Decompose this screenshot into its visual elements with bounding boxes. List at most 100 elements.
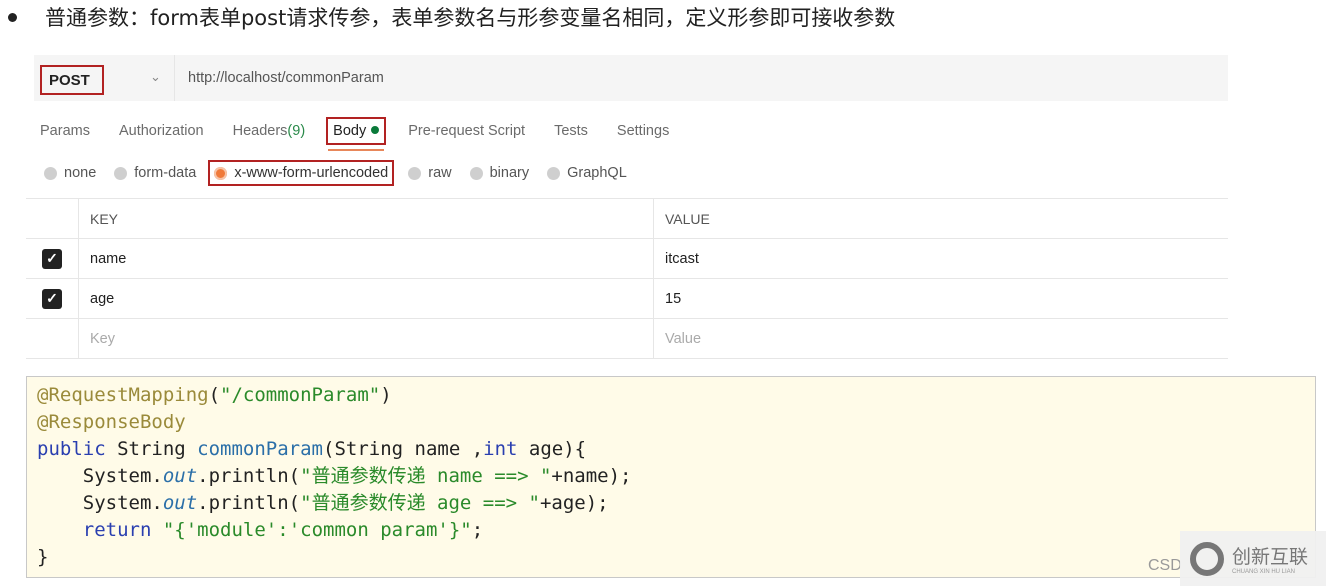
value-input[interactable]: Value — [654, 331, 701, 347]
bullet-heading: 普通参数：form表单post请求传参，表单参数名与形参变量名相同，定义形参即可… — [6, 2, 895, 32]
code-token: ) — [380, 384, 392, 406]
active-dot-icon — [371, 126, 380, 134]
table-header: KEY VALUE — [26, 199, 1228, 239]
code-token: (String name , — [323, 438, 484, 460]
code-line: @RequestMapping("/commonParam") — [37, 382, 1315, 409]
radio-GraphQL[interactable]: GraphQL — [547, 165, 627, 181]
radio-form-data[interactable]: form-data — [114, 165, 196, 181]
radio-label: GraphQL — [567, 165, 627, 181]
code-token: commonParam — [197, 438, 323, 460]
method-label: POST — [49, 71, 90, 89]
url-bar: POST ⌄ http://localhost/commonParam — [34, 55, 1228, 101]
tab-label: Pre-request Script — [408, 123, 526, 139]
code-token: .println( — [197, 492, 301, 514]
tab-params[interactable]: Params — [40, 123, 90, 139]
checkbox-cell: ✓ — [26, 239, 79, 278]
table-row: ✓ age 15 — [26, 279, 1228, 319]
tab-headers[interactable]: Headers(9) — [233, 123, 306, 139]
code-line: } — [37, 544, 1315, 571]
code-token: System. — [37, 492, 163, 514]
code-block: @RequestMapping("/commonParam") @Response… — [26, 376, 1316, 578]
code-token: } — [37, 546, 49, 568]
radio-circle-icon — [114, 166, 128, 180]
chevron-down-icon[interactable]: ⌄ — [150, 69, 161, 85]
code-token: ; — [471, 519, 484, 541]
table-row-empty: Key Value — [26, 319, 1228, 359]
tab-label: Tests — [554, 123, 588, 139]
method-select[interactable]: POST — [40, 65, 104, 95]
radio-circle-icon — [547, 166, 561, 180]
radio-circle-icon — [214, 166, 228, 180]
code-token: age){ — [517, 438, 587, 460]
tab-pre-request-script[interactable]: Pre-request Script — [408, 123, 525, 139]
tab-label: Params — [40, 123, 90, 139]
tab-label: Body — [333, 123, 367, 139]
tab-body[interactable]: Body — [326, 117, 387, 151]
code-token: "{'module':'common param'}" — [162, 519, 472, 541]
csdn-watermark: CSD — [1148, 557, 1182, 574]
table-row: ✓ name itcast — [26, 239, 1228, 279]
radio-label: none — [64, 165, 97, 181]
body-type-radios: none form-data x-www-form-urlencoded raw bin… — [44, 160, 645, 186]
checkbox-cell: ✓ — [26, 279, 79, 318]
tab-label: Headers — [232, 123, 288, 139]
code-token: "普通参数传递 age ==> " — [300, 492, 540, 514]
divider — [174, 55, 175, 101]
code-token: .println( — [197, 465, 301, 487]
key-cell[interactable]: name — [79, 239, 654, 278]
key-header: KEY — [79, 199, 654, 238]
postman-request-panel: POST ⌄ http://localhost/commonParam Para… — [26, 52, 1228, 362]
code-token: "普通参数传递 name ==> " — [300, 465, 552, 487]
checkbox[interactable]: ✓ — [42, 288, 62, 309]
code-token: @RequestMapping — [37, 384, 209, 406]
tab-authorization[interactable]: Authorization — [119, 123, 204, 139]
radio-label: binary — [489, 165, 530, 181]
params-table: KEY VALUE ✓ name itcast ✓ age 15 Key Value — [26, 198, 1228, 359]
brand-text: 创新互联 — [1232, 546, 1309, 568]
tab-tests[interactable]: Tests — [554, 123, 588, 139]
brand-watermark: 创新互联 CHUANG XIN HU LIAN — [1180, 531, 1326, 586]
code-line: @ResponseBody — [37, 409, 1315, 436]
code-token: +age); — [539, 492, 609, 514]
key-input[interactable]: Key — [79, 319, 654, 358]
tab-label: Settings — [616, 123, 670, 139]
code-token: +name); — [551, 465, 632, 487]
request-tabs: Params Authorization Headers(9) Body Pre-req… — [40, 117, 698, 151]
code-line: return "{'module':'common param'}"; — [37, 517, 1315, 544]
tab-label: Authorization — [118, 123, 204, 139]
radio-circle-icon — [469, 166, 483, 180]
code-token: System. — [37, 465, 163, 487]
tab-settings[interactable]: Settings — [617, 123, 669, 139]
code-token: int — [483, 438, 518, 460]
code-token: ( — [208, 384, 221, 406]
radio-raw[interactable]: raw — [408, 165, 452, 181]
code-line: System.out.println("普通参数传递 name ==> "+na… — [37, 463, 1315, 490]
code-token: String — [105, 438, 198, 460]
radio-none[interactable]: none — [44, 165, 96, 181]
radio-circle-icon — [408, 166, 422, 180]
value-cell[interactable]: itcast — [654, 251, 699, 267]
radio-x-www-form-urlencoded[interactable]: x-www-form-urlencoded — [208, 160, 395, 186]
brand-logo-icon — [1190, 541, 1224, 576]
radio-label: form-data — [134, 165, 197, 181]
value-header: VALUE — [665, 210, 710, 227]
tab-count: (9) — [287, 123, 306, 139]
bullet-icon — [8, 12, 17, 22]
value-cell[interactable]: 15 — [654, 291, 681, 307]
code-token: out — [162, 465, 198, 487]
code-line: public String commonParam(String name ,i… — [37, 436, 1315, 463]
code-token: return — [82, 519, 152, 541]
radio-circle-icon — [44, 166, 57, 180]
radio-binary[interactable]: binary — [469, 165, 530, 181]
url-input[interactable]: http://localhost/commonParam — [188, 70, 384, 86]
code-line: System.out.println("普通参数传递 age ==> "+age… — [37, 490, 1315, 517]
code-token: out — [162, 492, 198, 514]
heading-text: 普通参数：form表单post请求传参，表单参数名与形参变量名相同，定义形参即可… — [45, 6, 896, 30]
code-token: "/commonParam" — [220, 384, 381, 406]
code-token: public — [37, 438, 106, 460]
brand-subtext: CHUANG XIN HU LIAN — [1232, 569, 1296, 575]
key-cell[interactable]: age — [79, 279, 654, 318]
checkbox[interactable]: ✓ — [42, 248, 62, 269]
